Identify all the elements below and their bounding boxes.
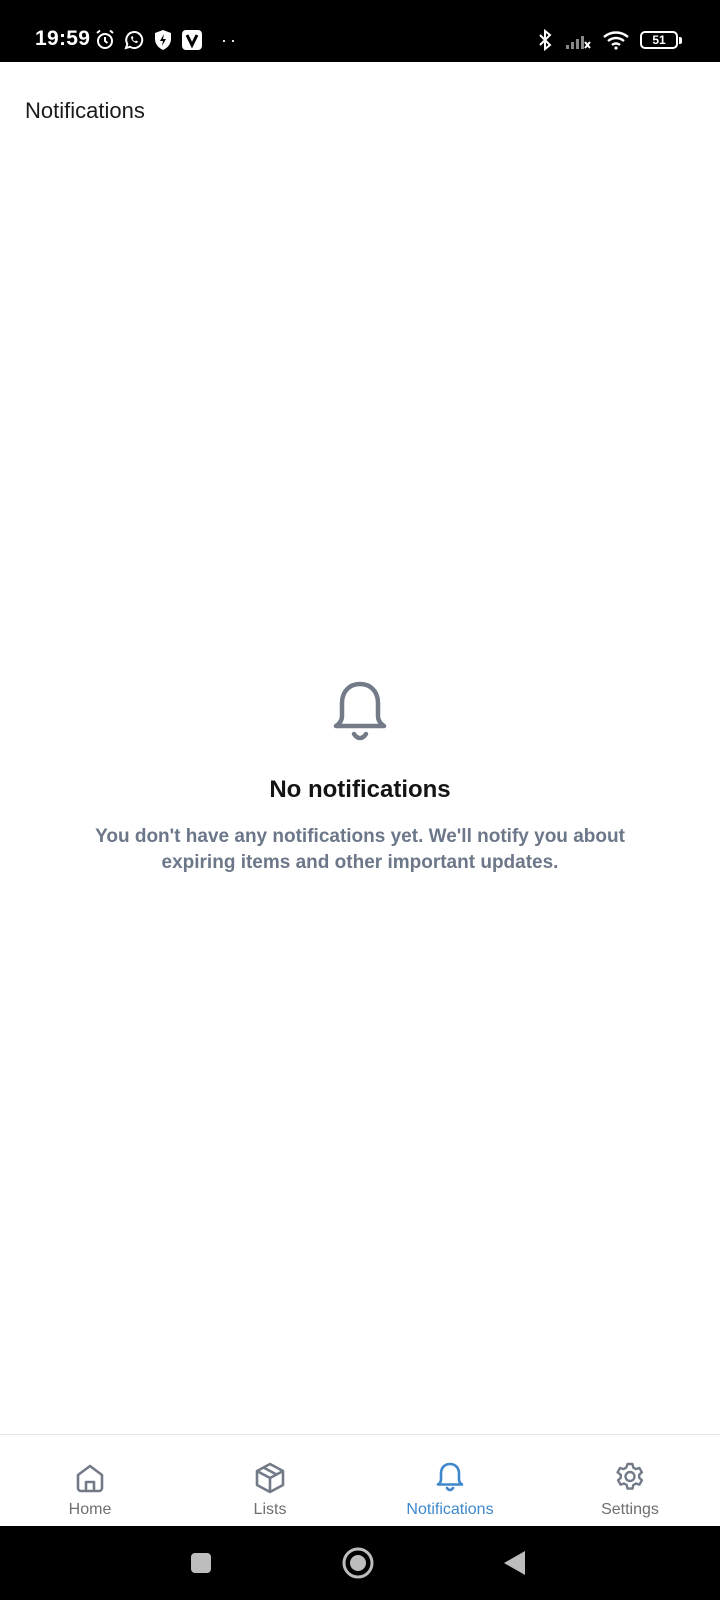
- v-app-icon: [182, 30, 202, 50]
- wifi-icon: [603, 31, 629, 50]
- status-time: 19:59: [35, 27, 91, 50]
- box-icon: [255, 1462, 285, 1494]
- home-button[interactable]: [318, 1526, 398, 1600]
- battery-indicator: 51: [640, 31, 682, 49]
- recents-button[interactable]: [161, 1526, 241, 1600]
- status-right-icons: 51: [526, 28, 682, 52]
- nav-item-lists[interactable]: Lists: [180, 1435, 360, 1526]
- alarm-icon: [96, 29, 114, 49]
- back-button[interactable]: [474, 1526, 554, 1600]
- status-bar: 19:59 ·· 51: [0, 0, 720, 62]
- circle-icon: [342, 1547, 374, 1579]
- bell-icon: [333, 681, 387, 741]
- bell-icon: [436, 1462, 464, 1492]
- home-icon: [76, 1464, 104, 1493]
- nav-label-home: Home: [68, 1501, 112, 1518]
- whatsapp-icon: [124, 31, 144, 50]
- bluetooth-icon: [539, 28, 552, 52]
- nav-item-settings[interactable]: Settings: [540, 1435, 720, 1526]
- system-nav-bar: [0, 1526, 720, 1600]
- nav-label-settings: Settings: [601, 1501, 659, 1518]
- nav-label-lists: Lists: [253, 1501, 287, 1518]
- empty-state-message: You don't have any notifications yet. We…: [95, 826, 625, 873]
- status-dots: ··: [221, 30, 239, 50]
- empty-state-title: No notifications: [269, 776, 451, 803]
- gear-icon: [616, 1462, 644, 1490]
- signal-icon: [566, 36, 591, 49]
- status-left-icons: ··: [93, 28, 239, 52]
- nav-label-notifications: Notifications: [406, 1501, 494, 1518]
- back-triangle-icon: [504, 1551, 525, 1575]
- empty-state: No notifications You don't have any noti…: [0, 678, 720, 876]
- nav-item-home[interactable]: Home: [0, 1435, 180, 1526]
- page-title: Notifications: [25, 98, 145, 123]
- shield-icon: [155, 30, 171, 50]
- bottom-nav: Home Lists Notifications Settings: [0, 1434, 720, 1526]
- nav-item-notifications[interactable]: Notifications: [360, 1435, 540, 1526]
- square-icon: [191, 1553, 211, 1573]
